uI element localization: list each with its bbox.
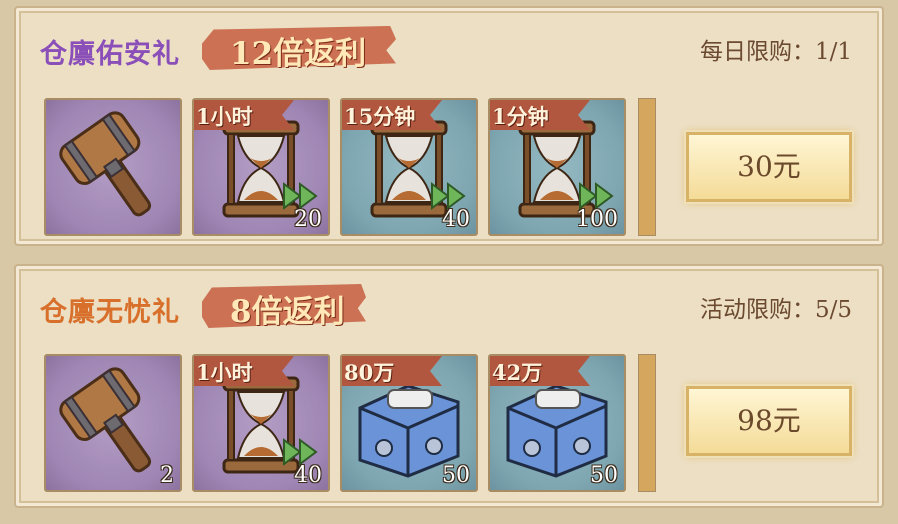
duration-label: 15分钟 <box>344 104 416 129</box>
duration-label: 1小时 <box>196 360 253 385</box>
amount-label: 42万 <box>492 360 543 385</box>
hammer-icon <box>46 100 180 234</box>
item-quantity: 100 <box>576 207 618 232</box>
gift-pack-2: 仓廪无忧礼 8倍返利 活动限购：5/5 2 1小时 40 80万 50 42万 … <box>14 264 884 508</box>
item-quantity: 40 <box>442 207 470 232</box>
accelerate-icon <box>282 438 318 466</box>
reward-item-chest[interactable]: 42万 50 <box>488 354 626 492</box>
reward-item-speedup[interactable]: 1小时 20 <box>192 98 330 236</box>
reward-item-speedup[interactable]: 1分钟 100 <box>488 98 626 236</box>
accelerate-icon <box>578 182 614 210</box>
duration-label: 1分钟 <box>492 104 549 129</box>
pack-title: 仓廪无忧礼 <box>40 297 180 328</box>
accelerate-icon <box>282 182 318 210</box>
item-quantity: 20 <box>294 207 322 232</box>
item-quantity: 50 <box>590 463 618 488</box>
duration-label: 1小时 <box>196 104 253 129</box>
pack-title: 仓廪佑安礼 <box>40 39 180 70</box>
multiplier-label: 8倍返利 <box>230 294 345 330</box>
purchase-limit: 每日限购：1/1 <box>699 39 852 65</box>
reward-item-speedup[interactable]: 15分钟 40 <box>340 98 478 236</box>
pack-header: 仓廪无忧礼 8倍返利 活动限购：5/5 <box>16 266 882 338</box>
item-quantity: 2 <box>160 463 174 488</box>
accelerate-icon <box>430 182 466 210</box>
buy-button[interactable]: 30元 <box>686 132 852 202</box>
reward-item-hammer[interactable]: 2 <box>44 354 182 492</box>
scroll-edge <box>638 98 656 236</box>
reward-item-speedup[interactable]: 1小时 40 <box>192 354 330 492</box>
reward-item-chest[interactable]: 80万 50 <box>340 354 478 492</box>
scroll-edge <box>638 354 656 492</box>
amount-label: 80万 <box>344 360 395 385</box>
buy-button[interactable]: 98元 <box>686 386 852 456</box>
pack-header: 仓廪佑安礼 12倍返利 每日限购：1/1 <box>16 8 882 80</box>
purchase-limit: 活动限购：5/5 <box>699 297 852 323</box>
multiplier-label: 12倍返利 <box>230 36 367 72</box>
reward-item-hammer[interactable] <box>44 98 182 236</box>
item-quantity: 40 <box>294 463 322 488</box>
gift-pack-1: 仓廪佑安礼 12倍返利 每日限购：1/1 1小时 20 15分钟 40 1分钟 … <box>14 6 884 246</box>
item-quantity: 50 <box>442 463 470 488</box>
